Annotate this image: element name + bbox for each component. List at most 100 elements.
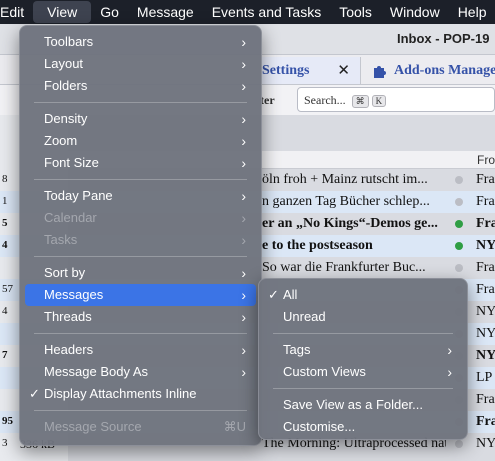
row-from: Fra xyxy=(476,392,495,407)
menu-item-label: Tasks xyxy=(44,232,78,247)
chevron-right-icon: › xyxy=(241,111,246,127)
row-from: Fra xyxy=(476,172,495,187)
view-menu-item-display-attachments-inline[interactable]: ✓ Display Attachments Inline xyxy=(25,383,256,405)
view-menu-item-sort-by[interactable]: Sort by › xyxy=(25,262,256,284)
messages-menu-item-unread[interactable]: Unread xyxy=(264,306,462,328)
chevron-right-icon: › xyxy=(241,232,246,248)
tab-settings-label: Settings xyxy=(262,62,310,78)
menu-item-label: Customise... xyxy=(283,419,356,434)
chevron-right-icon: › xyxy=(241,210,246,226)
view-menu-item-layout[interactable]: Layout › xyxy=(25,53,256,75)
messages-menu-item-tags[interactable]: Tags › xyxy=(264,339,462,361)
view-menu-item-messages[interactable]: Messages › xyxy=(25,284,256,306)
menubar-events-and-tasks[interactable]: Events and Tasks xyxy=(203,0,330,24)
messages-menu-item-save-view-as-a-folder[interactable]: Save View as a Folder... xyxy=(264,394,462,416)
read-status-icon[interactable] xyxy=(455,242,463,250)
view-menu-item-message-body-as[interactable]: Message Body As › xyxy=(25,361,256,383)
menubar-tools[interactable]: Tools xyxy=(330,0,381,24)
row-count: 57 xyxy=(2,283,13,295)
row-count: 4 xyxy=(2,239,8,251)
menu-item-label: Calendar xyxy=(44,210,97,225)
chevron-right-icon: › xyxy=(241,56,246,72)
tab-addons-manager[interactable]: Add-ons Manage xyxy=(366,57,495,84)
view-menu-item-font-size[interactable]: Font Size › xyxy=(25,152,256,174)
view-menu-item-folders[interactable]: Folders › xyxy=(25,75,256,97)
row-from: NY xyxy=(476,238,495,253)
row-from: NY xyxy=(476,326,495,341)
row-from: LP xyxy=(476,370,493,385)
chevron-right-icon: › xyxy=(447,364,452,380)
close-icon[interactable]: ✕ xyxy=(337,61,350,80)
read-status-icon[interactable] xyxy=(455,264,463,272)
row-count: 8 xyxy=(2,173,8,185)
row-count: 95 xyxy=(2,415,13,427)
shortcut-key-k: K xyxy=(371,95,387,107)
view-menu-item-tasks: Tasks › xyxy=(25,229,256,251)
read-status-icon[interactable] xyxy=(455,220,463,228)
menubar-window[interactable]: Window xyxy=(381,0,449,24)
menu-item-label: Toolbars xyxy=(44,34,94,49)
menubar-message[interactable]: Message xyxy=(128,0,203,24)
menu-shortcut: ⌘U xyxy=(223,419,246,434)
row-count: 1 xyxy=(2,195,8,207)
row-from: Fra xyxy=(476,216,495,231)
view-menu-item-zoom[interactable]: Zoom › xyxy=(25,130,256,152)
row-subject: n ganzen Tag Bücher schlep... xyxy=(262,194,430,209)
menu-item-label: All xyxy=(283,287,298,302)
view-menu-item-density[interactable]: Density › xyxy=(25,108,256,130)
menu-separator xyxy=(273,388,453,389)
menubar-view[interactable]: View xyxy=(33,1,92,23)
read-status-icon[interactable] xyxy=(455,198,463,206)
row-from: Fra xyxy=(476,414,495,429)
menu-separator xyxy=(34,179,247,180)
view-menu-item-calendar: Calendar › xyxy=(25,207,256,229)
menu-separator xyxy=(273,333,453,334)
puzzle-icon xyxy=(374,65,386,78)
view-menu-item-message-source: Message Source ⌘U xyxy=(25,416,256,438)
view-menu-item-today-pane[interactable]: Today Pane › xyxy=(25,185,256,207)
column-header-from[interactable]: Fro xyxy=(477,153,495,167)
menubar-edit[interactable]: Edit xyxy=(0,0,33,24)
chevron-right-icon: › xyxy=(241,287,246,303)
menubar: Edit View Go Message Events and Tasks To… xyxy=(0,0,495,24)
view-menu-item-threads[interactable]: Threads › xyxy=(25,306,256,328)
menu-separator xyxy=(34,256,247,257)
menu-item-label: Headers xyxy=(44,342,94,357)
chevron-right-icon: › xyxy=(241,364,246,380)
row-subject: er an „No Kings“-Demos ge... xyxy=(262,216,438,231)
menubar-help[interactable]: Help xyxy=(449,0,495,24)
menu-item-label: Unread xyxy=(283,309,326,324)
tab-addons-label: Add-ons Manage xyxy=(394,62,495,78)
menu-item-label: Density xyxy=(44,111,88,126)
chevron-right-icon: › xyxy=(241,78,246,94)
chevron-right-icon: › xyxy=(447,342,452,358)
tab-settings[interactable]: Settings ✕ xyxy=(258,57,361,84)
row-count: 7 xyxy=(2,349,8,361)
messages-menu-item-all[interactable]: ✓ All xyxy=(264,284,462,306)
menu-item-label: Message Body As xyxy=(44,364,149,379)
chevron-right-icon: › xyxy=(241,342,246,358)
menu-item-label: Message Source xyxy=(44,419,142,434)
row-count: 5 xyxy=(2,217,8,229)
search-input[interactable]: Search... ⌘ K xyxy=(297,87,495,112)
menu-item-label: Tags xyxy=(283,342,311,357)
menubar-go[interactable]: Go xyxy=(91,0,128,24)
messages-menu-item-customise[interactable]: Customise... xyxy=(264,416,462,438)
row-from: Fra xyxy=(476,194,495,209)
chevron-right-icon: › xyxy=(241,188,246,204)
checkmark-icon: ✓ xyxy=(268,287,279,302)
messages-menu-item-custom-views[interactable]: Custom Views › xyxy=(264,361,462,383)
row-count: 4 xyxy=(2,305,8,317)
menu-item-label: Zoom xyxy=(44,133,78,148)
menu-separator xyxy=(34,102,247,103)
read-status-icon[interactable] xyxy=(455,440,463,448)
quick-filter-label[interactable]: ter xyxy=(260,93,275,108)
view-menu-item-headers[interactable]: Headers › xyxy=(25,339,256,361)
view-menu-item-toolbars[interactable]: Toolbars › xyxy=(25,31,256,53)
read-status-icon[interactable] xyxy=(455,176,463,184)
row-from: NY xyxy=(476,348,495,363)
menu-item-label: Folders xyxy=(44,78,88,93)
row-subject: öln froh + Mainz rutscht im... xyxy=(262,172,428,187)
chevron-right-icon: › xyxy=(241,155,246,171)
messages-submenu: ✓ All Unread Tags › Custom Views › Save View as… xyxy=(258,278,468,440)
